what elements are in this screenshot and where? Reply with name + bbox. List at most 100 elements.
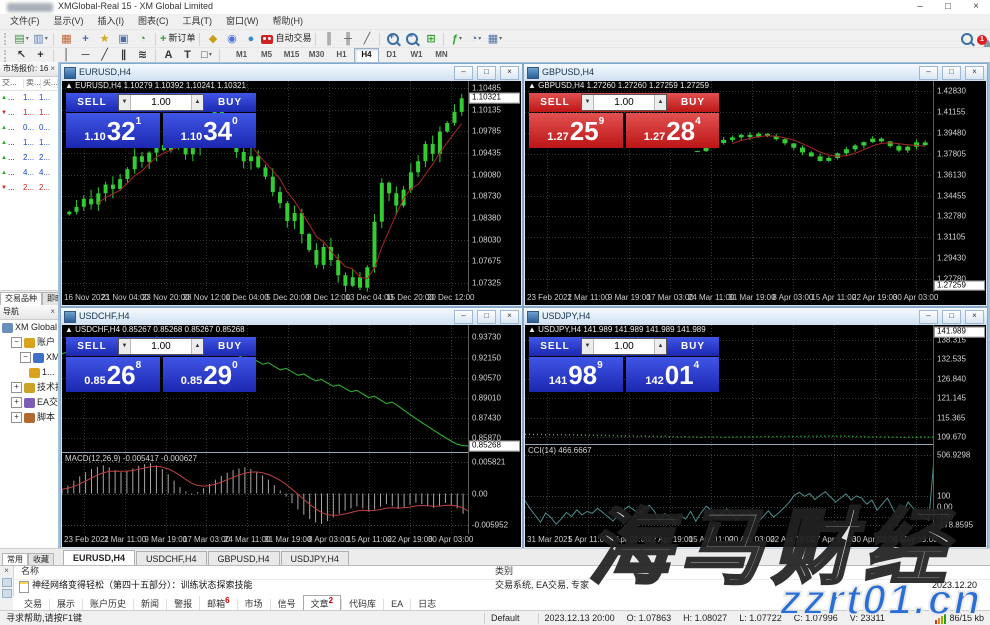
market-watch-row[interactable]: ▲...2...2... [0, 151, 58, 166]
market-watch-tab[interactable]: 即时图表 [42, 292, 58, 305]
minimize-button[interactable]: – [454, 310, 473, 324]
column-header[interactable]: 买... [41, 79, 58, 88]
volume-spinner[interactable]: ▼1.00▲ [118, 338, 204, 355]
sell-price-button[interactable]: 141989 [529, 357, 623, 392]
channel-tool[interactable]: ∥ [114, 48, 133, 63]
chart-window-titlebar[interactable]: USDCHF,H4–□× [61, 308, 522, 325]
sell-label[interactable]: SELL [529, 93, 581, 112]
minimize-button[interactable]: – [919, 66, 938, 80]
buy-label[interactable]: BUY [204, 93, 256, 112]
menu-item[interactable]: 显示(V) [47, 16, 91, 28]
mql5-community-button[interactable]: ◉ [222, 32, 241, 47]
panel-toggle-icon[interactable] [2, 578, 12, 587]
minimize-window-button[interactable]: – [906, 1, 934, 14]
new-chart-button[interactable]: ▤▾ [12, 32, 31, 47]
zoom-in-button[interactable] [383, 32, 402, 47]
sell-price-button[interactable]: 0.85268 [66, 357, 160, 392]
toolbar-grip[interactable] [4, 50, 9, 62]
volume-dropdown-icon[interactable]: ▼ [119, 95, 131, 110]
minimize-button[interactable]: – [454, 66, 473, 80]
close-button[interactable]: × [965, 66, 984, 80]
market-watch-titlebar[interactable]: 市场报价: 16 × [0, 62, 58, 77]
chart-tab[interactable]: USDJPY,H4 [281, 551, 349, 566]
line-chart-button[interactable]: ╱ [357, 32, 376, 47]
navigator-item[interactable]: +EA交易 [0, 395, 58, 410]
template-button[interactable]: ▦▾ [485, 32, 504, 47]
buy-price-button[interactable]: 0.85290 [163, 357, 257, 392]
buy-price-button[interactable]: 1.10340 [163, 113, 257, 148]
autotrading-toggle[interactable]: 自动交易 [260, 32, 312, 47]
market-watch-tab[interactable]: 交易品种 [0, 292, 42, 305]
indicators-button[interactable]: ƒ▾ [447, 32, 466, 47]
market-watch-row[interactable]: ▼...2...2... [0, 181, 58, 196]
search-icon[interactable] [961, 33, 973, 45]
volume-dropdown-icon[interactable]: ▼ [119, 339, 131, 354]
buy-label[interactable]: BUY [667, 93, 719, 112]
restore-button[interactable]: □ [942, 310, 961, 324]
menu-item[interactable]: 插入(I) [91, 16, 132, 28]
metaeditor-button[interactable]: ◆ [203, 32, 222, 47]
close-button[interactable]: × [500, 310, 519, 324]
close-button[interactable]: × [965, 310, 984, 324]
close-button[interactable]: × [500, 66, 519, 80]
cursor-tool[interactable]: ↖ [12, 48, 31, 63]
buy-price-button[interactable]: 142014 [626, 357, 720, 392]
maximize-window-button[interactable]: □ [934, 1, 962, 14]
volume-up-icon[interactable]: ▲ [191, 95, 203, 110]
new-order-button[interactable]: +新订单 [159, 32, 196, 47]
column-header[interactable]: 卖... [24, 79, 41, 88]
menu-item[interactable]: 文件(F) [3, 16, 47, 28]
menu-item[interactable]: 帮助(H) [266, 16, 311, 28]
market-watch-toggle[interactable]: ▦ [57, 32, 76, 47]
chart-tab[interactable]: USDCHF,H4 [136, 551, 207, 566]
hline-tool[interactable]: ─ [76, 48, 95, 63]
collapse-icon[interactable]: − [20, 352, 31, 363]
text-tool[interactable]: A [159, 48, 178, 63]
zoom-out-button[interactable] [402, 32, 421, 47]
label-tool[interactable]: T [178, 48, 197, 63]
terminal-tab[interactable]: 邮箱6 [199, 596, 236, 611]
candlestick-button[interactable]: ╫ [338, 32, 357, 47]
buy-label[interactable]: BUY [204, 337, 256, 356]
status-profile[interactable]: Default [491, 614, 520, 624]
panel-toggle-icon[interactable] [2, 589, 12, 598]
navigator-item[interactable]: −XMGlobal-Real 15 [0, 350, 58, 365]
restore-button[interactable]: □ [477, 310, 496, 324]
market-watch-row[interactable]: ▲...1...1... [0, 91, 58, 106]
sell-price-button[interactable]: 1.27259 [529, 113, 623, 148]
market-watch-row[interactable]: ▲...0...0... [0, 121, 58, 136]
terminal-tab[interactable]: 文章2 [303, 595, 341, 611]
market-watch-row[interactable]: ▲...4...4... [0, 166, 58, 181]
buy-label[interactable]: BUY [667, 337, 719, 356]
volume-spinner[interactable]: ▼1.00▲ [581, 338, 667, 355]
chart-window-titlebar[interactable]: GBPUSD,H4–□× [524, 64, 987, 81]
expand-icon[interactable]: + [11, 382, 22, 393]
fibonacci-tool[interactable]: ≋ [133, 48, 152, 63]
crosshair-tool[interactable]: + [31, 48, 50, 63]
volume-up-icon[interactable]: ▲ [654, 95, 666, 110]
close-icon[interactable]: × [50, 308, 55, 317]
volume-dropdown-icon[interactable]: ▼ [582, 95, 594, 110]
volume-spinner[interactable]: ▼1.00▲ [118, 94, 204, 111]
data-window-toggle[interactable]: + [76, 32, 95, 47]
sell-label[interactable]: SELL [66, 93, 118, 112]
collapse-icon[interactable]: − [11, 337, 22, 348]
strategy-tester-toggle[interactable]: ◔ [133, 32, 152, 47]
market-watch-row[interactable]: ▼...1...1... [0, 106, 58, 121]
sell-label[interactable]: SELL [529, 337, 581, 356]
volume-up-icon[interactable]: ▲ [654, 339, 666, 354]
chart-tab[interactable]: GBPUSD,H4 [208, 551, 280, 566]
shapes-tool[interactable]: □▾ [197, 48, 216, 63]
sell-label[interactable]: SELL [66, 337, 118, 356]
restore-button[interactable]: □ [942, 66, 961, 80]
close-window-button[interactable]: × [962, 1, 990, 14]
navigator-item[interactable]: 1... [0, 365, 58, 380]
column-header[interactable]: 交... [0, 79, 24, 88]
close-icon[interactable]: × [4, 567, 9, 576]
chart-window-titlebar[interactable]: EURUSD,H4–□× [61, 64, 522, 81]
menu-item[interactable]: 窗口(W) [219, 16, 266, 28]
bar-chart-button[interactable]: ║ [319, 32, 338, 47]
mql5-website-button[interactable]: ● [241, 32, 260, 47]
buy-price-button[interactable]: 1.27284 [626, 113, 720, 148]
close-icon[interactable]: × [50, 65, 55, 74]
